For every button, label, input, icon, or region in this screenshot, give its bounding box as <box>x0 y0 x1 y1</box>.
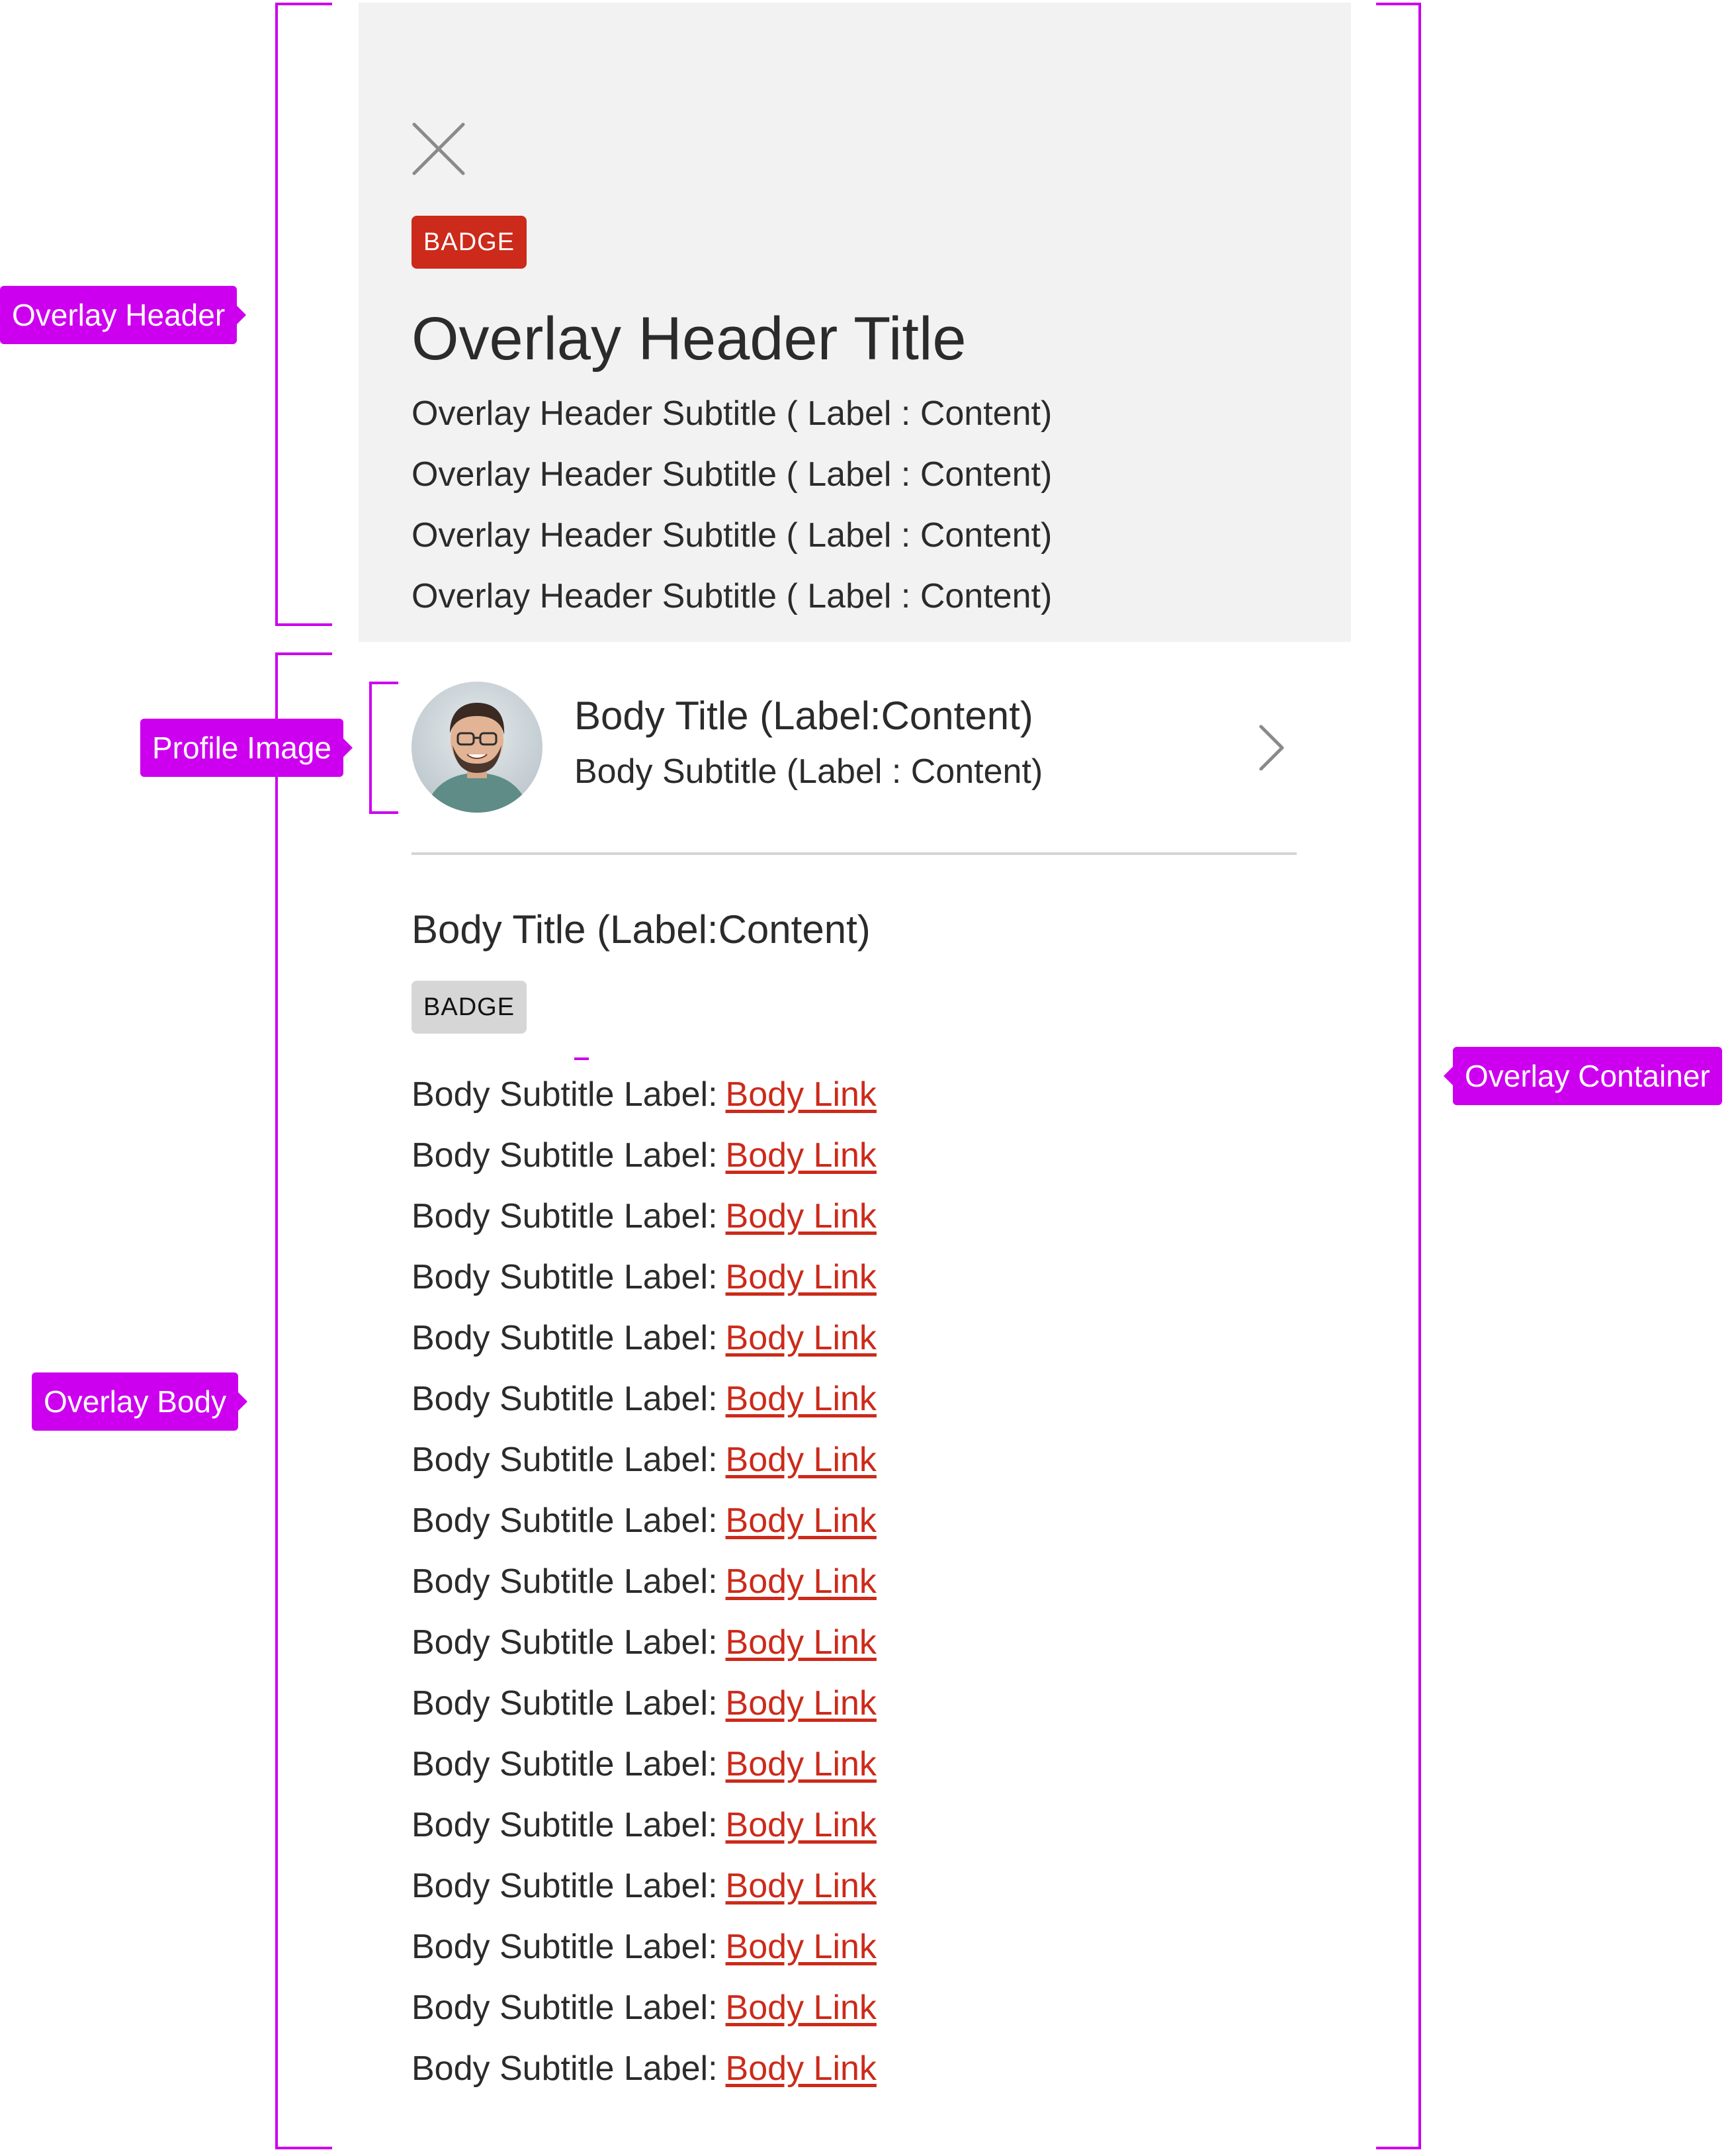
body-subtitle-label: Body Subtitle Label: <box>412 1623 718 1662</box>
overlay-container-bracket <box>1376 3 1421 2149</box>
body-link[interactable]: Body Link <box>726 1562 877 1601</box>
list-item: Body Subtitle Label: Body Link <box>412 1125 877 1186</box>
body-link[interactable]: Body Link <box>726 1684 877 1723</box>
body-section-title: Body Title (Label:Content) <box>412 907 871 952</box>
body-link[interactable]: Body Link <box>726 1258 877 1296</box>
list-item: Body Subtitle Label: Body Link <box>412 1977 877 2038</box>
body-subtitle-label: Body Subtitle Label: <box>412 1197 718 1235</box>
body-link[interactable]: Body Link <box>726 1623 877 1662</box>
header-subtitle: Overlay Header Subtitle ( Label : Conten… <box>412 516 1053 555</box>
body-link[interactable]: Body Link <box>726 2049 877 2088</box>
body-link[interactable]: Body Link <box>726 1319 877 1357</box>
profile-title: Body Title (Label:Content) <box>574 694 1033 738</box>
body-subtitle-label: Body Subtitle Label: <box>412 2049 718 2088</box>
header-subtitle: Overlay Header Subtitle ( Label : Conten… <box>412 577 1053 615</box>
divider <box>412 852 1297 855</box>
body-subtitle-label: Body Subtitle Label: <box>412 1258 718 1296</box>
body-subtitle-label: Body Subtitle Label: <box>412 1319 718 1357</box>
list-item: Body Subtitle Label: Body Link <box>412 1795 877 1856</box>
annotation-overlay-header: Overlay Header <box>0 286 247 344</box>
avatar-image <box>412 682 542 813</box>
body-subtitle-label: Body Subtitle Label: <box>412 1867 718 1905</box>
body-link[interactable]: Body Link <box>726 1502 877 1540</box>
body-subtitle-label: Body Subtitle Label: <box>412 1136 718 1175</box>
annotation-overlay-body: Overlay Body <box>32 1372 248 1431</box>
list-item: Body Subtitle Label: Body Link <box>412 1186 877 1247</box>
header-subtitle-list: Overlay Header Subtitle ( Label : Conten… <box>412 383 1052 627</box>
header-subtitle: Overlay Header Subtitle ( Label : Conten… <box>412 455 1053 494</box>
list-item: Body Subtitle Label: Body Link <box>412 1612 877 1673</box>
body-link[interactable]: Body Link <box>726 1197 877 1235</box>
overlay-body-bracket <box>275 652 332 2149</box>
body-subtitle-label: Body Subtitle Label: <box>412 1075 718 1114</box>
list-item: Body Subtitle Label: Body Link <box>412 2038 877 2099</box>
header-badge: BADGE <box>412 216 527 269</box>
overlay-header-title: Overlay Header Title <box>412 305 967 373</box>
list-item: Body Subtitle Label: Body Link <box>412 1551 877 1612</box>
overlay-header-bracket <box>275 3 332 626</box>
body-link[interactable]: Body Link <box>726 1441 877 1479</box>
list-item: Body Subtitle Label: Body Link <box>412 1368 877 1429</box>
body-subtitle-label: Body Subtitle Label: <box>412 1745 718 1783</box>
body-subtitle-label: Body Subtitle Label: <box>412 1928 718 1966</box>
body-link[interactable]: Body Link <box>726 1989 877 2027</box>
body-link-list: Body Subtitle Label: Body Link Body Subtit… <box>412 1064 877 2099</box>
annotation-profile-image: Profile Image <box>140 719 353 777</box>
body-link[interactable]: Body Link <box>726 1745 877 1783</box>
chevron-right-icon[interactable] <box>1256 723 1287 773</box>
body-badge: BADGE <box>412 981 527 1034</box>
list-item: Body Subtitle Label: Body Link <box>412 1673 877 1734</box>
body-link[interactable]: Body Link <box>726 1806 877 1844</box>
list-item: Body Subtitle Label: Body Link <box>412 1308 877 1368</box>
body-link[interactable]: Body Link <box>726 1928 877 1966</box>
body-link[interactable]: Body Link <box>726 1867 877 1905</box>
body-subtitle-label: Body Subtitle Label: <box>412 1502 718 1540</box>
profile-row[interactable]: Body Title (Label:Content) Body Subtitle… <box>412 680 1297 813</box>
profile-image-bracket <box>369 682 398 814</box>
body-subtitle-label: Body Subtitle Label: <box>412 1684 718 1723</box>
annotation-tick <box>574 1057 589 1060</box>
list-item: Body Subtitle Label: Body Link <box>412 1064 877 1125</box>
header-subtitle: Overlay Header Subtitle ( Label : Conten… <box>412 394 1053 433</box>
body-subtitle-label: Body Subtitle Label: <box>412 1806 718 1844</box>
list-item: Body Subtitle Label: Body Link <box>412 1916 877 1977</box>
body-subtitle-label: Body Subtitle Label: <box>412 1380 718 1418</box>
list-item: Body Subtitle Label: Body Link <box>412 1856 877 1916</box>
close-icon[interactable] <box>412 122 466 176</box>
body-link[interactable]: Body Link <box>726 1075 877 1114</box>
body-link[interactable]: Body Link <box>726 1380 877 1418</box>
body-subtitle-label: Body Subtitle Label: <box>412 1989 718 2027</box>
list-item: Body Subtitle Label: Body Link <box>412 1247 877 1308</box>
overlay-header: BADGE Overlay Header Title Overlay Heade… <box>359 3 1351 642</box>
profile-subtitle: Body Subtitle (Label : Content) <box>574 752 1043 791</box>
body-subtitle-label: Body Subtitle Label: <box>412 1441 718 1479</box>
annotation-overlay-container: Overlay Container <box>1444 1047 1722 1105</box>
body-link[interactable]: Body Link <box>726 1136 877 1175</box>
list-item: Body Subtitle Label: Body Link <box>412 1734 877 1795</box>
avatar <box>412 682 542 813</box>
body-subtitle-label: Body Subtitle Label: <box>412 1562 718 1601</box>
list-item: Body Subtitle Label: Body Link <box>412 1429 877 1490</box>
list-item: Body Subtitle Label: Body Link <box>412 1490 877 1551</box>
